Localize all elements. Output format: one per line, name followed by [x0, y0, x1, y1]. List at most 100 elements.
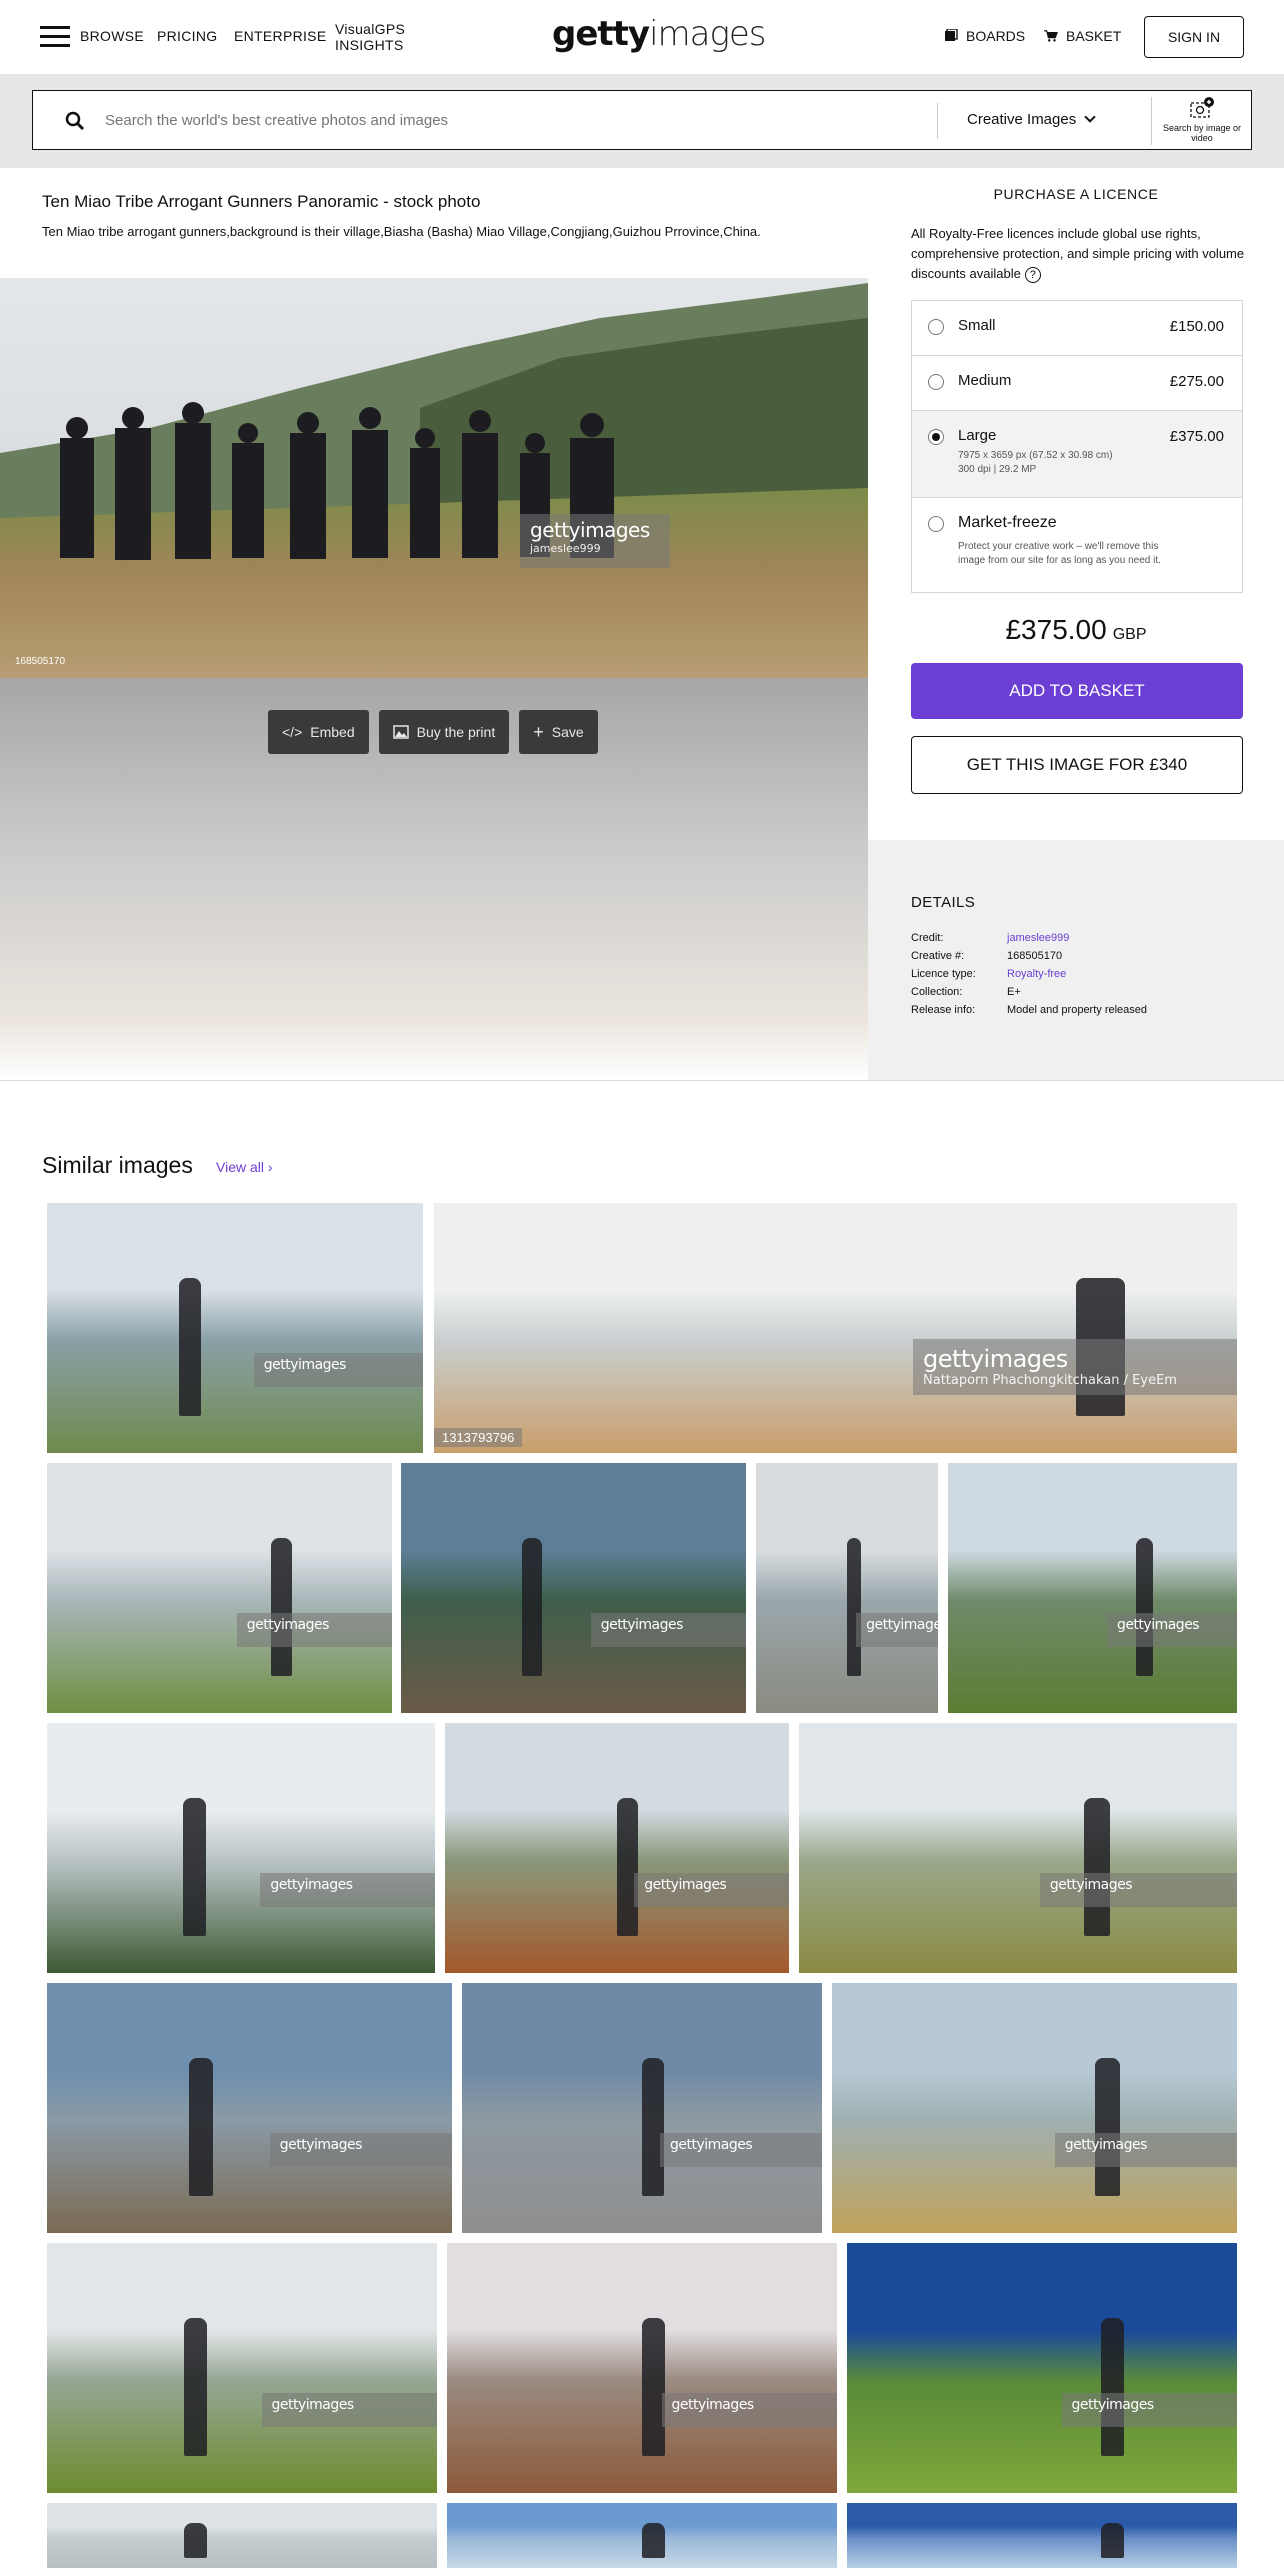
details-row: Collection: E+: [911, 986, 1147, 1004]
licence-type-link[interactable]: Royalty-free: [1007, 968, 1066, 986]
tile-figure: [271, 1538, 292, 1676]
licence-panel: PURCHASE A LICENCE All Royalty-Free lice…: [868, 168, 1284, 1080]
similar-image-tile[interactable]: gettyimages: [445, 1723, 789, 1973]
nav-browse[interactable]: BROWSE: [80, 28, 144, 44]
similar-image-tile[interactable]: gettyimages: [948, 1463, 1237, 1713]
similar-image-tile[interactable]: gettyimages: [47, 1723, 435, 1973]
sign-in-button[interactable]: SIGN IN: [1144, 16, 1244, 58]
details-val: Model and property released: [1007, 1004, 1148, 1016]
tile-figure: [182, 1798, 207, 1936]
market-freeze-desc-2: image from our site for as long as you n…: [958, 555, 1161, 566]
nav-enterprise[interactable]: ENTERPRISE: [234, 28, 326, 44]
image-type-label: Creative Images: [967, 111, 1077, 128]
chevron-right-icon: ›: [267, 1159, 273, 1175]
similar-image-tile[interactable]: gettyimages: [47, 1983, 452, 2233]
size-price: £275.00: [1169, 373, 1224, 390]
radio-medium[interactable]: [928, 374, 944, 390]
similar-image-tile[interactable]: [47, 2503, 437, 2568]
size-option-large[interactable]: Large £375.00 7975 x 3659 px (67.52 x 30…: [912, 411, 1242, 498]
similar-image-tile[interactable]: gettyimages: [832, 1983, 1237, 2233]
buy-print-button[interactable]: Buy the print: [378, 710, 510, 754]
image-detail-panel: Ten Miao Tribe Arrogant Gunners Panorami…: [0, 168, 868, 1080]
radio-large[interactable]: [928, 429, 944, 445]
similar-image-tile[interactable]: gettyimages: [47, 2243, 437, 2493]
similar-image-tile[interactable]: [447, 2503, 837, 2568]
watermark-logo: gettyimages: [923, 1345, 1068, 1373]
basket-link[interactable]: BASKET: [1044, 28, 1121, 44]
watermark-logo: gettyimages: [1116, 1617, 1200, 1633]
similar-image-tile[interactable]: gettyimages: [799, 1723, 1237, 1973]
tile-watermark: gettyimages: [269, 2133, 452, 2167]
details-row: Creative #: 168505170: [911, 950, 1147, 968]
similar-image-tile[interactable]: gettyimages: [401, 1463, 746, 1713]
chevron-down-icon: [1084, 111, 1096, 123]
total-currency: GBP: [1112, 626, 1147, 643]
section-divider: [0, 1080, 1284, 1081]
watermark-logo: gettyimages: [670, 2137, 753, 2153]
size-option-small[interactable]: Small £150.00: [912, 301, 1242, 356]
tile-id-label: 1313793796: [434, 1428, 523, 1447]
similar-image-tile[interactable]: gettyimages: [447, 2243, 837, 2493]
view-all-link[interactable]: View all ›: [216, 1159, 273, 1175]
menu-icon[interactable]: [40, 26, 70, 48]
search-input[interactable]: [105, 103, 925, 137]
tile-watermark: gettyimages: [1054, 2133, 1237, 2167]
help-icon[interactable]: ?: [1024, 267, 1041, 283]
tile-figure: [1100, 2522, 1124, 2559]
image-type-dropdown[interactable]: Creative Images: [967, 111, 1096, 128]
size-option-medium[interactable]: Medium £275.00: [912, 356, 1242, 411]
similar-image-tile[interactable]: gettyimages: [847, 2243, 1237, 2493]
add-to-basket-button[interactable]: ADD TO BASKET: [911, 663, 1243, 719]
credit-link[interactable]: jameslee999: [1007, 932, 1069, 950]
details-row: Credit: jameslee999: [911, 932, 1147, 950]
get-image-button[interactable]: GET THIS IMAGE FOR £340: [911, 736, 1243, 794]
tile-watermark: gettyimages: [253, 1353, 423, 1387]
tile-figure: [183, 2522, 207, 2559]
boards-link[interactable]: BOARDS: [944, 28, 1025, 44]
watermark-logo: gettyimages: [270, 1877, 353, 1893]
search-divider: [1151, 97, 1152, 145]
similar-image-tile[interactable]: gettyimages: [47, 1203, 423, 1453]
gettyimages-logo[interactable]: gettyimages: [552, 14, 767, 54]
radio-small[interactable]: [928, 319, 944, 335]
size-price: £150.00: [1169, 318, 1224, 335]
tile-watermark: gettyimages: [236, 1613, 392, 1647]
watermark-credit: Nattaporn Phachongkitchakan / EyeEm: [923, 1373, 1177, 1388]
tile-figure: [1135, 1538, 1154, 1676]
nav-visualgps-insights[interactable]: VisualGPS INSIGHTS: [335, 21, 415, 53]
watermark-logo: gettyimages: [644, 1877, 727, 1893]
tile-figure: [617, 1798, 638, 1936]
save-button[interactable]: + Save: [519, 710, 598, 754]
similar-image-tile[interactable]: gettyimages: [47, 1463, 392, 1713]
search-by-image-button[interactable]: Search by image or video: [1157, 97, 1247, 143]
search-icon[interactable]: [65, 111, 85, 131]
size-option-market-freeze[interactable]: Market-freeze Protect your creative work…: [912, 498, 1242, 592]
logo-light: images: [649, 14, 766, 54]
licence-info: All Royalty-Free licences include global…: [911, 224, 1251, 284]
size-name: Small: [958, 317, 996, 334]
photo-id-label: 168505170: [15, 656, 66, 667]
details-val: E+: [1007, 986, 1021, 998]
search-by-image-label: Search by image or video: [1162, 123, 1242, 143]
tile-figure: [1095, 2058, 1120, 2196]
similar-image-tile[interactable]: gettyimages: [462, 1983, 822, 2233]
similar-image-tile[interactable]: gettyimages: [756, 1463, 938, 1713]
tile-figure: [1100, 2318, 1124, 2456]
size-name: Market-freeze: [958, 514, 1057, 531]
tile-watermark: gettyimages: [590, 1613, 746, 1647]
similar-images-title: Similar images: [42, 1152, 193, 1178]
similar-image-tile[interactable]: 1313793796 gettyimages Nattaporn Phachongk…: [434, 1203, 1237, 1453]
tile-watermark: gettyimages Nattaporn Phachongkitchakan /…: [913, 1339, 1237, 1395]
main-photo[interactable]: gettyimages jameslee999 168505170: [0, 278, 868, 678]
watermark-logo: gettyimages: [271, 2397, 355, 2413]
size-resolution: 300 dpi | 29.2 MP: [958, 464, 1037, 475]
similar-image-tile[interactable]: [847, 2503, 1237, 2568]
watermark-logo: gettyimages: [600, 1617, 684, 1633]
tile-figure: [1083, 1798, 1110, 1936]
photo-watermark: gettyimages jameslee999: [520, 514, 670, 568]
nav-pricing[interactable]: PRICING: [157, 28, 217, 44]
search-band: Creative Images Search by image or video: [0, 74, 1284, 168]
boards-label: BOARDS: [966, 28, 1026, 44]
embed-button[interactable]: </> Embed: [268, 710, 369, 754]
radio-market-freeze[interactable]: [928, 516, 944, 532]
